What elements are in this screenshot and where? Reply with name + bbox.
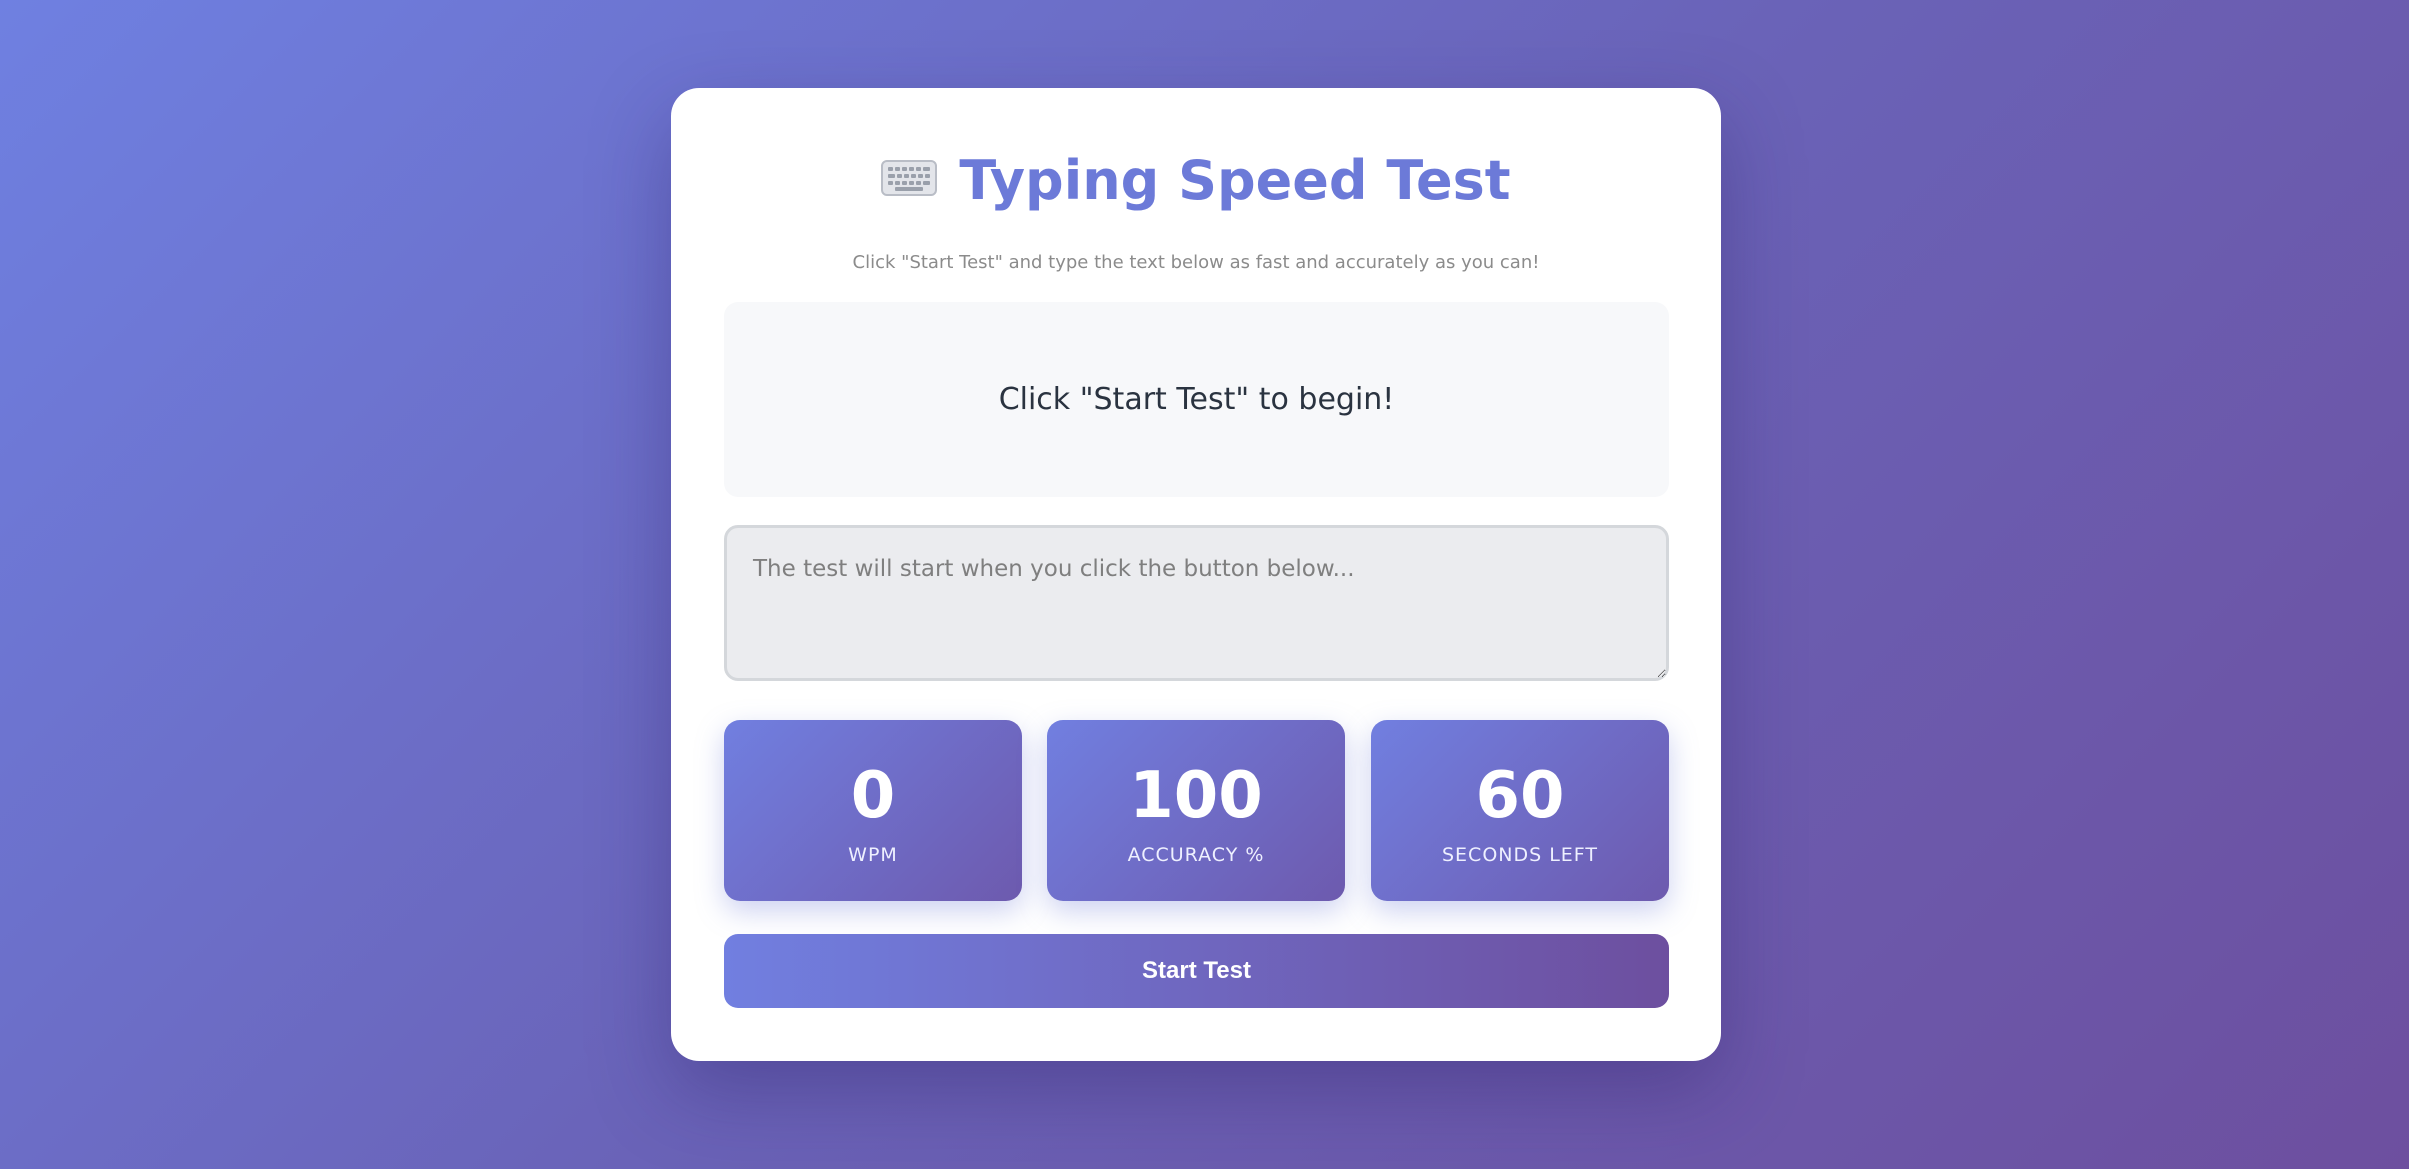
stat-accuracy-value: 100 [1129, 759, 1263, 833]
start-test-button[interactable]: Start Test [724, 934, 1669, 1008]
stat-accuracy-label: ACCURACY % [1127, 844, 1265, 866]
typing-input[interactable] [724, 525, 1669, 681]
stat-wpm-label: WPM [848, 844, 898, 866]
stat-seconds-left: 60 SECONDS LEFT [1371, 720, 1669, 901]
stat-seconds-left-value: 60 [1475, 759, 1565, 833]
stat-wpm-value: 0 [850, 759, 896, 833]
text-display: Click "Start Test" to begin! [724, 302, 1669, 497]
subtitle: Click "Start Test" and type the text bel… [852, 252, 1540, 273]
keyboard-icon [881, 147, 938, 213]
text-display-message: Click "Start Test" to begin! [998, 382, 1395, 417]
page-title-text: Typing Speed Test [959, 149, 1511, 212]
stat-wpm: 0 WPM [724, 720, 1022, 901]
page-title: Typing Speed Test [671, 148, 1721, 217]
stat-accuracy: 100 ACCURACY % [1047, 720, 1345, 901]
stat-seconds-left-label: SECONDS LEFT [1441, 844, 1599, 866]
